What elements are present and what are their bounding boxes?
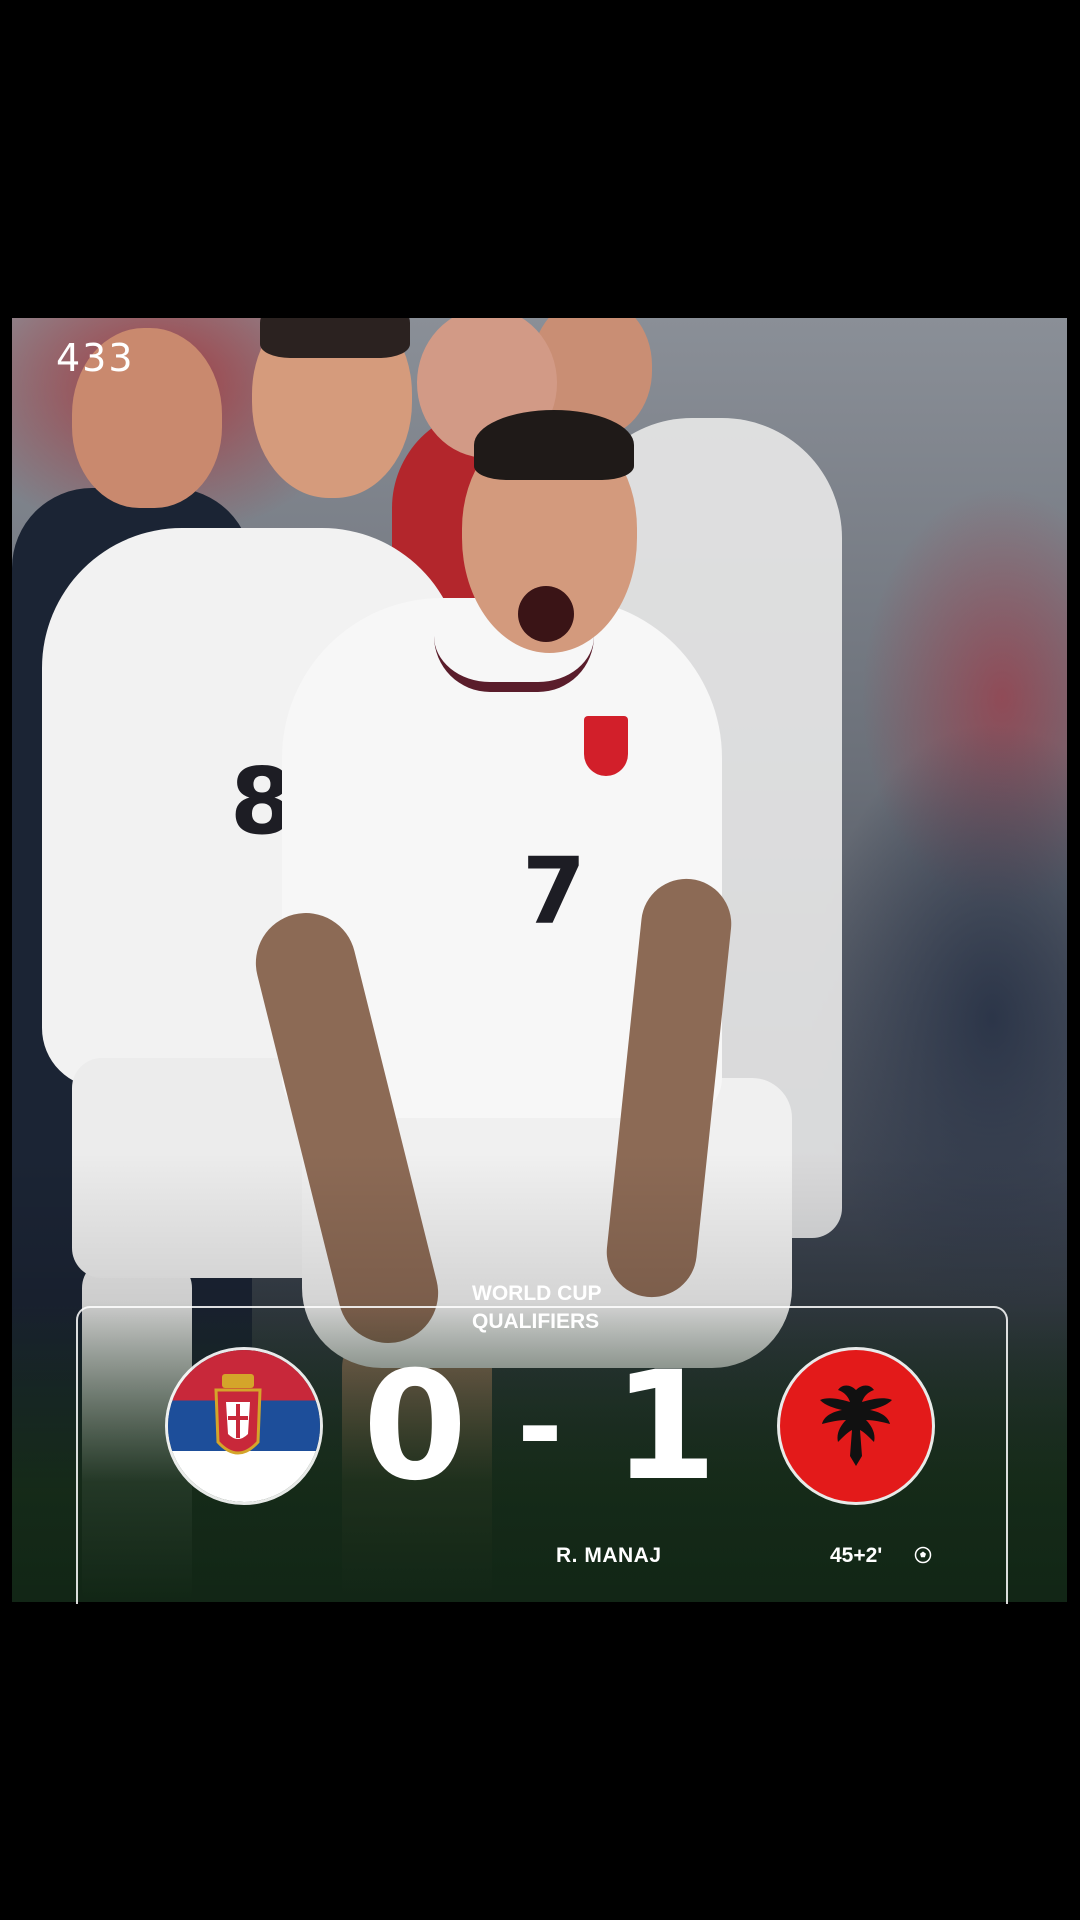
scoreline: 0-1	[0, 1342, 1080, 1512]
home-score: 0	[362, 1340, 468, 1514]
goal-scorer: R. MANAJ	[556, 1544, 662, 1567]
competition-line-1: WORLD CUP	[472, 1282, 602, 1305]
brand-logo: 433	[56, 336, 135, 380]
score-separator: -	[517, 1363, 563, 1491]
away-score: 1	[612, 1340, 718, 1514]
football-icon	[914, 1546, 932, 1564]
competition-title: WORLD CUP QUALIFIERS	[466, 1280, 632, 1336]
competition-line-2: QUALIFIERS	[472, 1310, 600, 1333]
goal-minute: 45+2'	[830, 1544, 883, 1567]
